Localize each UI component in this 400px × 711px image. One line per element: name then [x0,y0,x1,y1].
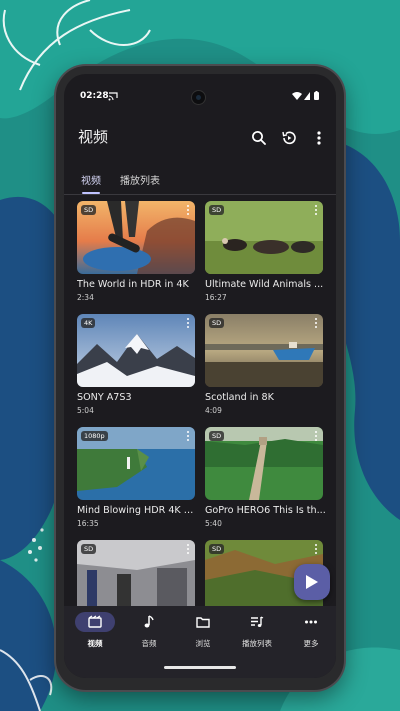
video-duration: 16:27 [205,293,227,302]
page-title: 视频 [78,128,109,146]
front-camera [192,91,205,104]
nav-item-browse[interactable]: 浏览 [176,612,230,652]
wifi-icon [292,92,302,100]
tab-divider [64,194,336,195]
app-screen: 02:28 视频 视频 播放列表 SD The World in HDR in … [64,74,336,678]
video-thumbnail[interactable]: SD [205,427,323,500]
video-card[interactable]: 1080p Mind Blowing HDR 4K 6... 16:35 [77,427,199,533]
quality-badge: SD [209,205,225,215]
nav-label: 浏览 [195,639,211,648]
nav-label: 播放列表 [242,639,272,648]
more-vert-icon[interactable] [310,129,328,147]
movie-icon [88,615,102,628]
video-title: Scotland in 8K [205,392,274,403]
system-status-icons [292,91,319,100]
play-fab-button[interactable] [294,564,330,600]
video-title: GoPro HERO6 This Is th... [205,505,326,516]
nav-item-videos[interactable]: 视频 [68,612,122,652]
more-vert-icon[interactable] [312,544,320,556]
search-icon[interactable] [250,129,268,147]
playlist-icon [251,616,264,627]
quality-badge: SD [209,544,225,554]
video-duration: 5:40 [205,519,222,528]
video-card[interactable]: SD Scotland in 8K 4:09 [205,314,323,420]
quality-badge: SD [81,205,97,215]
signal-icon [304,92,310,100]
nav-item-audio[interactable]: 音频 [122,612,176,652]
video-card[interactable]: SD The World in HDR in 4K 2:34 [77,201,195,307]
nav-item-playlists[interactable]: 播放列表 [230,612,284,652]
quality-badge: 1080p [81,431,108,441]
video-card[interactable]: SD [77,540,195,613]
more-vert-icon[interactable] [312,318,320,330]
video-card[interactable]: SD GoPro HERO6 This Is th... 5:40 [205,427,326,533]
video-duration: 16:35 [77,519,99,528]
video-title: SONY A7S3 [77,392,132,403]
battery-icon [314,92,319,100]
quality-badge: SD [81,544,97,554]
video-title: Mind Blowing HDR 4K 6... [77,505,199,516]
play-icon [306,575,318,589]
history-icon[interactable] [280,129,298,147]
quality-badge: SD [209,318,225,328]
nav-label: 视频 [87,639,103,648]
cast-icon [108,92,118,101]
tab-playlists[interactable]: 播放列表 [120,172,160,187]
nav-item-more[interactable]: 更多 [284,612,336,652]
nav-label: 更多 [303,639,319,648]
video-thumbnail[interactable]: SD [77,201,195,274]
phone-frame: 02:28 视频 视频 播放列表 SD The World in HDR in … [56,66,344,690]
video-thumbnail[interactable]: SD [77,540,195,613]
quality-badge: 4K [81,318,96,328]
video-duration: 4:09 [205,406,222,415]
nav-label: 音频 [141,639,157,648]
more-vert-icon[interactable] [184,205,192,217]
video-duration: 5:04 [77,406,94,415]
more-vert-icon[interactable] [312,431,320,443]
video-thumbnail[interactable]: SD [205,314,323,387]
more-vert-icon[interactable] [184,318,192,330]
video-thumbnail[interactable]: SD [205,201,323,274]
status-time: 02:28 [80,91,109,101]
video-card[interactable]: SD Ultimate Wild Animals ... 16:27 [205,201,323,307]
more-horiz-icon [305,620,317,624]
status-bar: 02:28 [64,74,336,110]
video-thumbnail[interactable]: 4K [77,314,195,387]
video-duration: 2:34 [77,293,94,302]
more-vert-icon[interactable] [184,544,192,556]
folder-icon [196,617,210,628]
video-title: The World in HDR in 4K [77,279,189,290]
tab-videos[interactable]: 视频 [81,172,101,187]
home-indicator[interactable] [164,666,236,669]
quality-badge: SD [209,431,225,441]
video-thumbnail[interactable]: 1080p [77,427,195,500]
more-vert-icon[interactable] [184,431,192,443]
video-card[interactable]: 4K SONY A7S3 5:04 [77,314,195,420]
more-vert-icon[interactable] [312,205,320,217]
music-note-icon [144,615,154,628]
video-title: Ultimate Wild Animals ... [205,279,324,290]
